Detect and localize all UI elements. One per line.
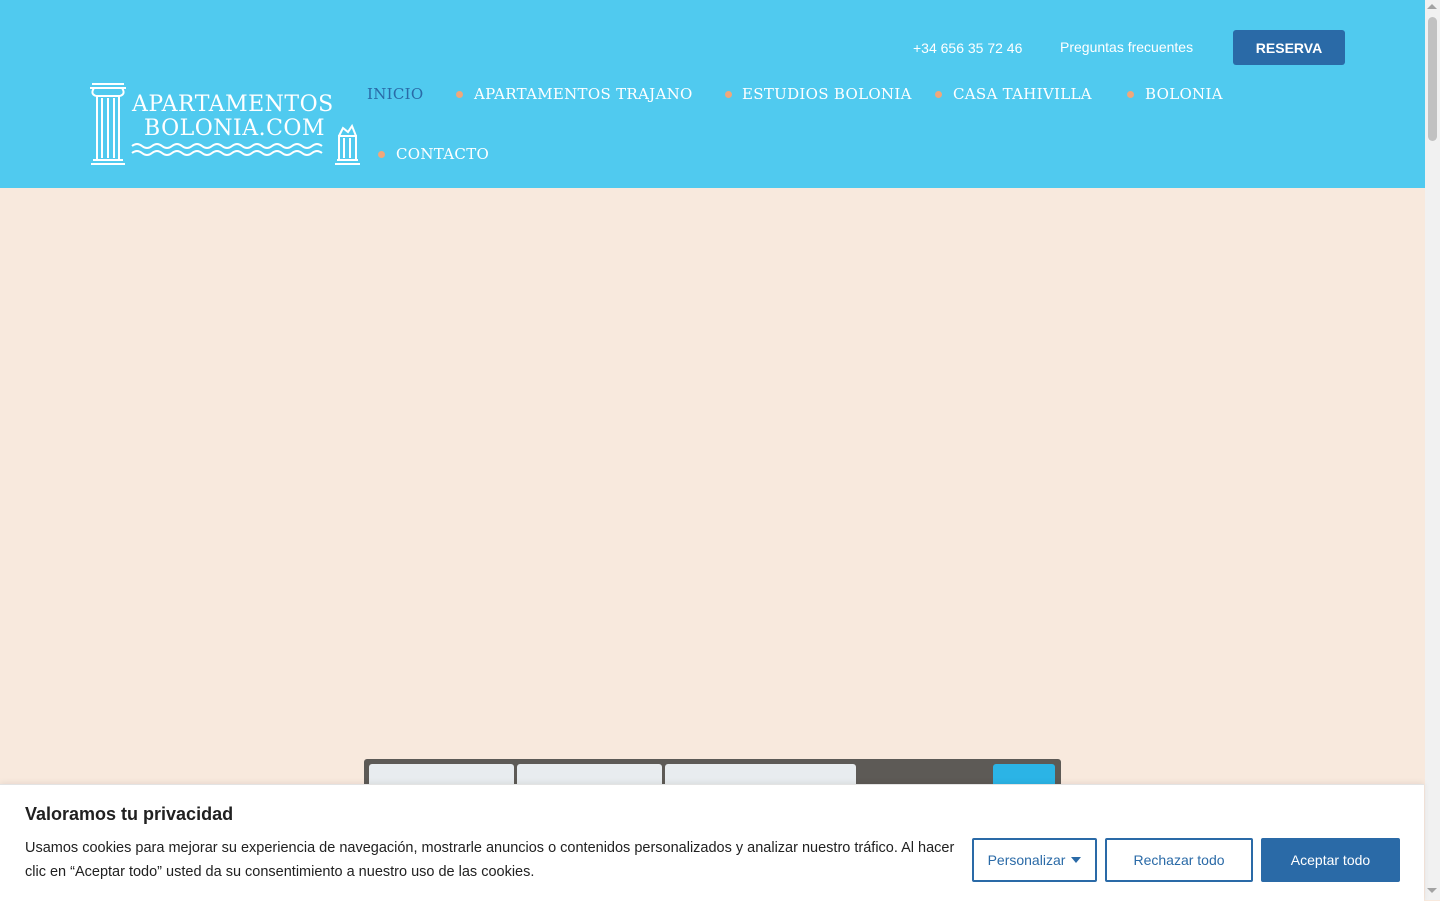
nav-item-casa-tahivilla[interactable]: CASA TAHIVILLA <box>953 85 1092 103</box>
scrollbar-thumb[interactable] <box>1428 17 1437 141</box>
logo-line-2: BOLONIA.COM <box>144 116 325 141</box>
nav-item-inicio[interactable]: INICIO <box>367 85 423 103</box>
logo-line-1: APARTAMENTOS <box>132 92 334 117</box>
site-logo[interactable]: APARTAMENTOS BOLONIA.COM <box>88 80 363 168</box>
bullet-icon <box>1127 91 1134 98</box>
cookie-text: Usamos cookies para mejorar su experienc… <box>25 840 955 880</box>
nav-item-estudios-bolonia[interactable]: ESTUDIOS BOLONIA <box>742 85 912 103</box>
phone-link[interactable]: +34 656 35 72 46 <box>913 40 1022 56</box>
reject-all-button[interactable]: Rechazar todo <box>1105 838 1253 882</box>
nav-item-bolonia[interactable]: BOLONIA <box>1145 85 1223 103</box>
faq-link[interactable]: Preguntas frecuentes <box>1060 39 1193 55</box>
site-header: APARTAMENTOS BOLONIA.COM +34 656 35 72 4… <box>0 0 1425 188</box>
scroll-up-icon[interactable] <box>1427 4 1437 9</box>
caret-down-icon <box>1071 857 1082 863</box>
customize-button[interactable]: Personalizar <box>972 838 1097 882</box>
nav-item-contacto[interactable]: CONTACTO <box>396 145 489 163</box>
nav-item-apartamentos-trajano[interactable]: APARTAMENTOS TRAJANO <box>474 85 693 103</box>
customize-label: Personalizar <box>987 852 1066 868</box>
bullet-icon <box>725 91 732 98</box>
reserve-button[interactable]: RESERVA <box>1233 30 1345 65</box>
bullet-icon <box>456 91 463 98</box>
cookie-title: Valoramos tu privacidad <box>25 804 234 824</box>
accept-all-button[interactable]: Aceptar todo <box>1261 838 1400 882</box>
bullet-icon <box>378 151 385 158</box>
bullet-icon <box>935 91 942 98</box>
cookie-banner: Valoramos tu privacidad Usamos cookies p… <box>0 784 1424 901</box>
scroll-down-icon[interactable] <box>1427 888 1437 893</box>
